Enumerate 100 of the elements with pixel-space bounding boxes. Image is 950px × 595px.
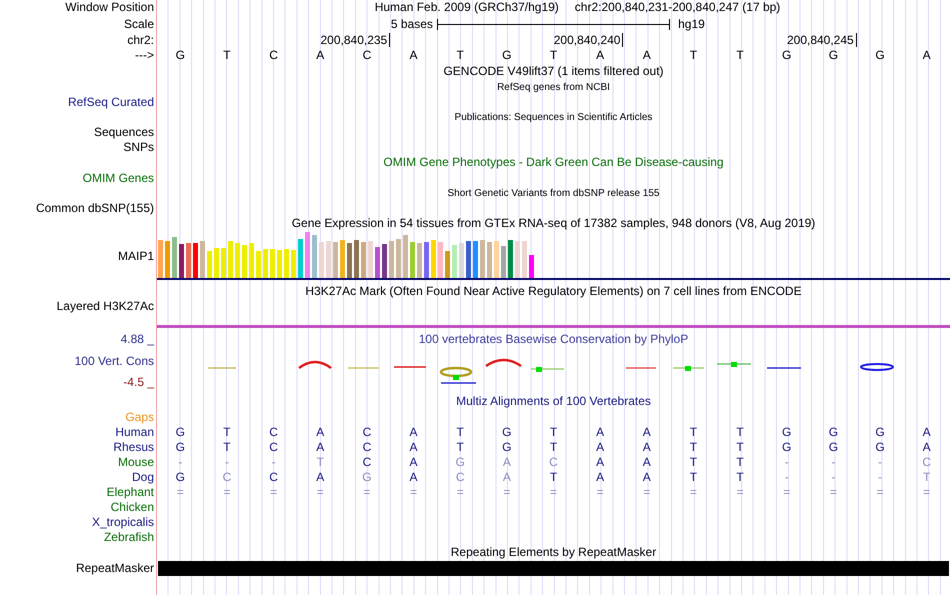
species-label: Chicken bbox=[110, 500, 154, 514]
track-title: H3K27Ac Mark (Often Found Near Active Regulatory Elements) on 7 cell lines from ENCODE bbox=[305, 284, 802, 298]
aligned-base: A bbox=[502, 470, 511, 484]
aligned-base: = bbox=[736, 485, 744, 499]
aligned-base: T bbox=[223, 425, 231, 439]
track-label: SNPs bbox=[123, 140, 154, 154]
aligned-base: A bbox=[642, 440, 651, 454]
aligned-base: A bbox=[596, 470, 604, 484]
aligned-base: = bbox=[643, 485, 650, 499]
aligned-base: - bbox=[878, 455, 882, 469]
base-letter: A bbox=[642, 48, 651, 62]
track-label: RepeatMasker bbox=[76, 561, 154, 575]
scale-span-text: 5 bases bbox=[390, 17, 433, 31]
aligned-base: G bbox=[502, 425, 512, 439]
base-letter: C bbox=[362, 48, 372, 62]
species-label: Gaps bbox=[125, 410, 154, 424]
species-label: Dog bbox=[132, 470, 154, 484]
aligned-base: C bbox=[222, 470, 232, 484]
aligned-base: C bbox=[549, 455, 558, 469]
scale-label: Scale bbox=[124, 17, 154, 31]
aligned-base: A bbox=[502, 455, 511, 469]
base-letter: C bbox=[269, 48, 278, 62]
aligned-base: A bbox=[596, 455, 604, 469]
aligned-base: T bbox=[690, 425, 698, 439]
aligned-base: G bbox=[782, 440, 792, 454]
aligned-base: T bbox=[736, 440, 744, 454]
base-letter: G bbox=[828, 48, 838, 62]
aligned-base: T bbox=[550, 440, 558, 454]
aligned-base: A bbox=[410, 455, 418, 469]
track-description: RefSeq genes from NCBI bbox=[497, 82, 610, 93]
track-description: Short Genetic Variants from dbSNP release 155 bbox=[448, 188, 660, 199]
track-label: RefSeq Curated bbox=[68, 95, 154, 109]
base-letter: A bbox=[410, 48, 418, 62]
aligned-base: T bbox=[736, 425, 744, 439]
aligned-base: A bbox=[642, 455, 651, 469]
aligned-base: C bbox=[269, 440, 278, 454]
track-label: OMIM Genes bbox=[82, 171, 154, 185]
coordinate-label: 200,840,245 bbox=[786, 33, 857, 47]
aligned-base: = bbox=[410, 485, 418, 499]
aligned-base: = bbox=[316, 485, 324, 499]
track-title: 100 vertebrates Basewise Conservation by PhyloP bbox=[418, 332, 688, 346]
aligned-base: C bbox=[456, 470, 465, 484]
track-title: OMIM Gene Phenotypes - Dark Green Can Be Disease-causing bbox=[383, 155, 724, 169]
axis-max-label: 4.88 _ bbox=[120, 332, 154, 346]
base-letter: G bbox=[875, 48, 885, 62]
aligned-base: = bbox=[596, 485, 604, 499]
track-title: Gene Expression in 54 tissues from GTEx RNA-seq of 17382 samples, 948 donors (V8, Aug 2019) bbox=[292, 216, 816, 230]
aligned-base: T bbox=[690, 455, 698, 469]
aligned-base: = bbox=[690, 485, 697, 499]
aligned-base: T bbox=[456, 425, 464, 439]
aligned-base: A bbox=[642, 425, 651, 439]
aligned-base: - bbox=[784, 455, 789, 469]
aligned-base: = bbox=[550, 485, 557, 499]
assembly-label: hg19 bbox=[678, 17, 705, 31]
chromosome-label: chr2: bbox=[127, 33, 154, 47]
coordinate-label: 200,840,240 bbox=[554, 33, 624, 47]
aligned-base: G bbox=[176, 470, 185, 484]
species-label: Human bbox=[115, 425, 154, 439]
aligned-base: A bbox=[922, 440, 931, 454]
track-title: Multiz Alignments of 100 Vertebrates bbox=[456, 394, 651, 408]
base-letter: G bbox=[176, 48, 185, 62]
aligned-base: A bbox=[316, 470, 324, 484]
aligned-base: - bbox=[784, 470, 789, 484]
aligned-base: C bbox=[269, 425, 278, 439]
aligned-base: C bbox=[362, 425, 372, 439]
base-letter: G bbox=[502, 48, 512, 62]
aligned-base: = bbox=[270, 485, 278, 499]
aligned-base: T bbox=[550, 425, 558, 439]
base-letter: T bbox=[456, 48, 464, 62]
aligned-base: = bbox=[876, 485, 884, 499]
aligned-base: - bbox=[224, 455, 229, 469]
aligned-base: T bbox=[316, 455, 324, 469]
track-label: Sequences bbox=[94, 125, 154, 139]
species-label: Elephant bbox=[106, 485, 154, 499]
aligned-base: A bbox=[922, 425, 931, 439]
gene-label: MAIP1 bbox=[118, 248, 154, 264]
aligned-base: T bbox=[736, 470, 744, 484]
base-letter: A bbox=[596, 48, 604, 62]
aligned-base: = bbox=[503, 485, 510, 499]
aligned-base: G bbox=[875, 425, 885, 439]
coordinate-label: 200,840,235 bbox=[320, 33, 390, 47]
aligned-base: T bbox=[736, 455, 744, 469]
window-position-label: Window Position bbox=[65, 0, 154, 14]
aligned-base: = bbox=[783, 485, 790, 499]
aligned-base: T bbox=[690, 440, 698, 454]
aligned-base: T bbox=[923, 470, 930, 484]
base-letter: G bbox=[782, 48, 792, 62]
aligned-base: T bbox=[223, 440, 231, 454]
aligned-base: G bbox=[176, 425, 185, 439]
aligned-base: G bbox=[828, 440, 838, 454]
species-label: Mouse bbox=[118, 455, 154, 469]
position-text: chr2:200,840,231-200,840,247 (17 bp) bbox=[574, 0, 780, 15]
aligned-base: C bbox=[922, 455, 931, 469]
base-letter: T bbox=[736, 48, 744, 62]
aligned-base: = bbox=[456, 485, 464, 499]
aligned-base: G bbox=[456, 455, 465, 469]
aligned-base: G bbox=[782, 425, 792, 439]
aligned-base: A bbox=[596, 425, 604, 439]
aligned-base: G bbox=[502, 440, 512, 454]
aligned-base: A bbox=[316, 440, 324, 454]
